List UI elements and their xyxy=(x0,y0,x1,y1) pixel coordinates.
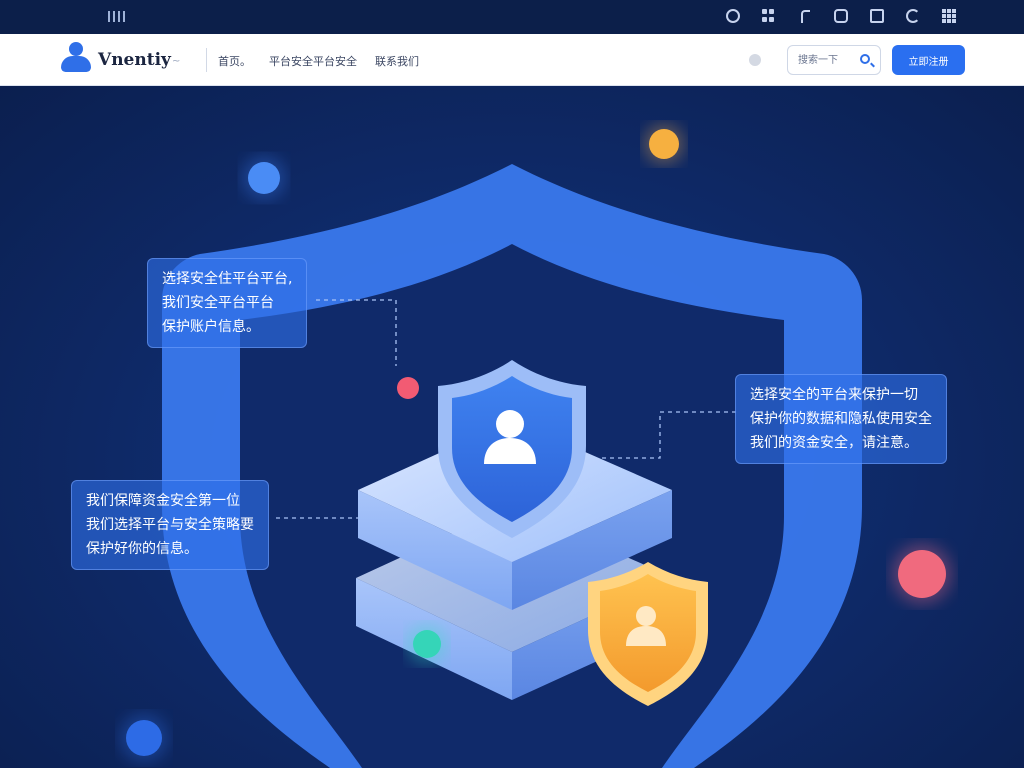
register-button[interactable]: 立即注册 xyxy=(892,45,965,75)
user-logo-icon[interactable] xyxy=(60,42,92,74)
nav-link-home[interactable]: 首页。 xyxy=(218,53,251,69)
nav-link-platform-security[interactable]: 平台安全平台安全 xyxy=(269,53,357,69)
callout-line: 我们保障资金安全第一位 xyxy=(86,493,240,509)
callout-line: 我们的资金安全，请注意。 xyxy=(750,435,918,451)
navbar: Vnentiy ~ 首页。 平台安全平台安全 联系我们 立即注册 xyxy=(0,34,1024,86)
brand-name[interactable]: Vnentiy xyxy=(98,50,171,70)
apps-icon[interactable] xyxy=(942,9,956,23)
callout-line: 选择安全的平台来保护一切 xyxy=(750,387,918,403)
system-icons xyxy=(726,9,956,23)
nav-divider xyxy=(206,48,207,72)
system-status-bar xyxy=(0,0,1024,34)
status-dot xyxy=(749,54,761,66)
search-input[interactable] xyxy=(798,52,856,68)
hero-section: 选择安全住平台平台, 我们安全平台平台 保护账户信息。 选择安全的平台来保护一切… xyxy=(0,86,1024,768)
document-icon[interactable] xyxy=(870,9,884,23)
callout-left-top: 选择安全住平台平台, 我们安全平台平台 保护账户信息。 xyxy=(147,258,308,348)
nav-links: 首页。 平台安全平台安全 联系我们 xyxy=(218,53,419,69)
nav-link-contact[interactable]: 联系我们 xyxy=(375,53,419,69)
callout-right: 选择安全的平台来保护一切 保护你的数据和隐私使用安全 我们的资金安全，请注意。 xyxy=(735,374,947,464)
grid-icon[interactable] xyxy=(762,9,776,23)
message-icon[interactable] xyxy=(834,9,848,23)
callout-left-bottom: 我们保障资金安全第一位 我们选择平台与安全策略要 保护好你的信息。 xyxy=(71,480,269,570)
circle-icon[interactable] xyxy=(726,9,740,23)
hook-icon[interactable] xyxy=(798,9,812,23)
callout-line: 保护你的数据和隐私使用安全 xyxy=(750,411,932,427)
callout-line: 我们安全平台平台 xyxy=(162,295,274,311)
brand-tail: ~ xyxy=(172,56,181,67)
callout-line: 保护账户信息。 xyxy=(162,319,260,335)
signal-icon xyxy=(108,11,125,22)
callout-line: 选择安全住平台平台, xyxy=(162,271,293,287)
search-icon[interactable] xyxy=(860,54,870,64)
callout-line: 我们选择平台与安全策略要 xyxy=(86,517,254,533)
pie-icon[interactable] xyxy=(906,9,920,23)
callout-line: 保护好你的信息。 xyxy=(86,541,198,557)
search-box xyxy=(787,45,881,75)
